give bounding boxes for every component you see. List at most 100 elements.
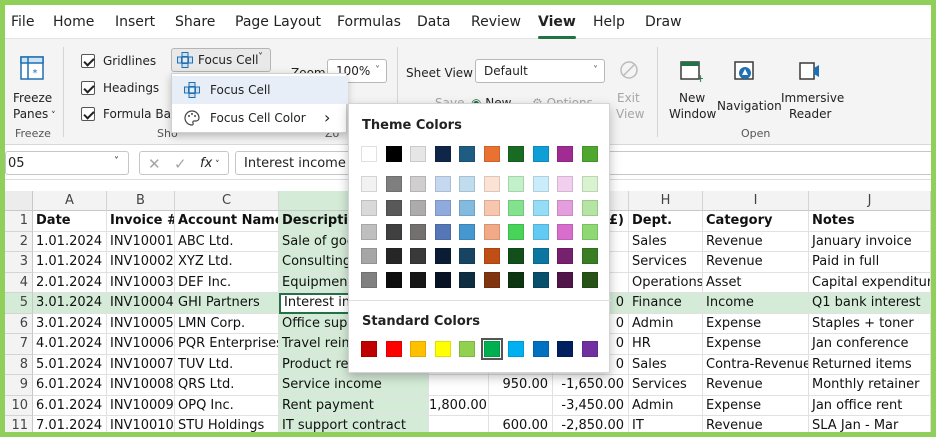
table-cell[interactable]: OPQ Inc. xyxy=(175,395,279,416)
theme-shade-swatch[interactable] xyxy=(581,200,598,216)
column-title-cell[interactable]: Notes xyxy=(809,211,931,232)
table-cell[interactable]: Q1 bank interest xyxy=(809,293,931,314)
table-cell[interactable]: Expense xyxy=(703,395,809,416)
table-cell[interactable]: Service income xyxy=(279,375,429,396)
sheet-view-dropdown[interactable]: Default ˅ xyxy=(475,59,605,83)
tab-view[interactable]: View xyxy=(538,11,576,39)
theme-color-swatch[interactable] xyxy=(459,146,475,162)
table-cell[interactable]: Revenue xyxy=(703,416,809,432)
table-cell[interactable]: Paid in full xyxy=(809,252,931,273)
headings-checkbox[interactable] xyxy=(81,81,95,95)
table-cell[interactable]: Admin xyxy=(629,313,703,334)
column-header[interactable]: C xyxy=(175,191,279,211)
column-title-cell[interactable]: Date xyxy=(33,211,107,232)
theme-shade-swatch[interactable] xyxy=(508,248,524,264)
table-cell[interactable]: GHI Partners xyxy=(175,293,279,314)
immersive-reader-button[interactable]: Immersive Reader xyxy=(779,53,844,123)
table-cell[interactable]: Expense xyxy=(703,334,809,355)
theme-color-swatch[interactable] xyxy=(385,146,402,162)
column-header[interactable]: I xyxy=(703,191,809,211)
theme-shade-swatch[interactable] xyxy=(361,200,377,216)
theme-shade-swatch[interactable] xyxy=(410,224,426,240)
theme-shade-swatch[interactable] xyxy=(581,248,598,264)
table-cell[interactable]: INV10005 xyxy=(107,313,175,334)
table-cell[interactable]: January invoice xyxy=(809,231,931,252)
theme-shade-swatch[interactable] xyxy=(434,272,451,288)
table-cell[interactable]: QRS Ltd. xyxy=(175,375,279,396)
theme-shade-swatch[interactable] xyxy=(532,200,549,216)
table-cell[interactable]: INV10002 xyxy=(107,252,175,273)
table-cell[interactable]: Operations xyxy=(629,272,703,293)
row-header[interactable]: 6 xyxy=(5,313,33,334)
theme-shade-swatch[interactable] xyxy=(532,224,549,240)
cancel-icon[interactable]: ✕ xyxy=(148,155,161,173)
table-cell[interactable]: ABC Ltd. xyxy=(175,231,279,252)
theme-color-swatch[interactable] xyxy=(361,146,377,162)
theme-color-swatch[interactable] xyxy=(557,146,573,162)
theme-shade-swatch[interactable] xyxy=(459,200,475,216)
theme-shade-swatch[interactable] xyxy=(508,200,524,216)
theme-color-swatch[interactable] xyxy=(483,146,500,162)
row-header[interactable]: 8 xyxy=(5,354,33,375)
standard-color-swatch[interactable] xyxy=(557,341,573,357)
column-header[interactable]: J xyxy=(809,191,931,211)
table-cell[interactable]: Contra-Revenue xyxy=(703,354,809,375)
standard-color-swatch[interactable] xyxy=(361,341,377,357)
tab-page-layout[interactable]: Page Layout xyxy=(235,11,321,33)
table-cell[interactable]: INV10001 xyxy=(107,231,175,252)
standard-color-swatch[interactable] xyxy=(532,341,549,357)
theme-shade-swatch[interactable] xyxy=(459,176,475,192)
theme-shade-swatch[interactable] xyxy=(483,272,500,288)
theme-shade-swatch[interactable] xyxy=(557,176,573,192)
table-cell[interactable]: 4.01.2024 xyxy=(33,334,107,355)
theme-shade-swatch[interactable] xyxy=(410,176,426,192)
row-header[interactable]: 11 xyxy=(5,416,33,432)
theme-color-swatch[interactable] xyxy=(434,146,451,162)
theme-shade-swatch[interactable] xyxy=(508,224,524,240)
table-cell[interactable]: 5.01.2024 xyxy=(33,354,107,375)
freeze-panes-button[interactable]: * Freeze Panes ˅ xyxy=(7,47,57,127)
theme-shade-swatch[interactable] xyxy=(483,176,500,192)
tab-formulas[interactable]: Formulas xyxy=(337,11,401,33)
row-header[interactable]: 3 xyxy=(5,252,33,273)
table-cell[interactable]: 6.01.2024 xyxy=(33,395,107,416)
table-cell[interactable]: Admin xyxy=(629,395,703,416)
theme-shade-swatch[interactable] xyxy=(434,224,451,240)
table-cell[interactable]: 3.01.2024 xyxy=(33,313,107,334)
theme-shade-swatch[interactable] xyxy=(361,176,377,192)
table-cell[interactable] xyxy=(429,416,489,432)
theme-shade-swatch[interactable] xyxy=(557,200,573,216)
tab-share[interactable]: Share xyxy=(175,11,215,33)
table-cell[interactable]: -1,650.00 xyxy=(553,375,629,396)
table-cell[interactable]: PQR Enterprises xyxy=(175,334,279,355)
row-header[interactable]: 9 xyxy=(5,375,33,396)
theme-shade-swatch[interactable] xyxy=(385,200,402,216)
tab-data[interactable]: Data xyxy=(417,11,450,33)
table-cell[interactable]: Revenue xyxy=(703,375,809,396)
standard-color-swatch[interactable] xyxy=(459,341,475,357)
theme-shade-swatch[interactable] xyxy=(557,272,573,288)
column-title-cell[interactable]: Dept. xyxy=(629,211,703,232)
function-icon[interactable]: fx ˅ xyxy=(200,156,220,171)
table-cell[interactable]: Monthly retainer xyxy=(809,375,931,396)
table-cell[interactable]: XYZ Ltd. xyxy=(175,252,279,273)
theme-shade-swatch[interactable] xyxy=(557,248,573,264)
table-cell[interactable]: 3.01.2024 xyxy=(33,293,107,314)
column-header[interactable]: B xyxy=(107,191,175,211)
row-header[interactable]: 1 xyxy=(5,211,33,232)
row-header[interactable]: 2 xyxy=(5,231,33,252)
focus-cell-menu-item[interactable]: Focus Cell xyxy=(172,76,348,104)
name-box[interactable]: 05 ˅ xyxy=(5,151,129,175)
theme-shade-swatch[interactable] xyxy=(483,200,500,216)
theme-shade-swatch[interactable] xyxy=(532,248,549,264)
theme-shade-swatch[interactable] xyxy=(361,224,377,240)
table-cell[interactable]: Expense xyxy=(703,313,809,334)
theme-shade-swatch[interactable] xyxy=(385,272,402,288)
standard-color-swatch[interactable] xyxy=(385,341,402,357)
theme-color-swatch[interactable] xyxy=(581,146,598,162)
table-cell[interactable]: -3,450.00 xyxy=(553,395,629,416)
table-cell[interactable]: INV10009 xyxy=(107,395,175,416)
new-window-button[interactable]: + New Window xyxy=(665,53,716,123)
table-cell[interactable] xyxy=(489,395,553,416)
theme-shade-swatch[interactable] xyxy=(385,224,402,240)
